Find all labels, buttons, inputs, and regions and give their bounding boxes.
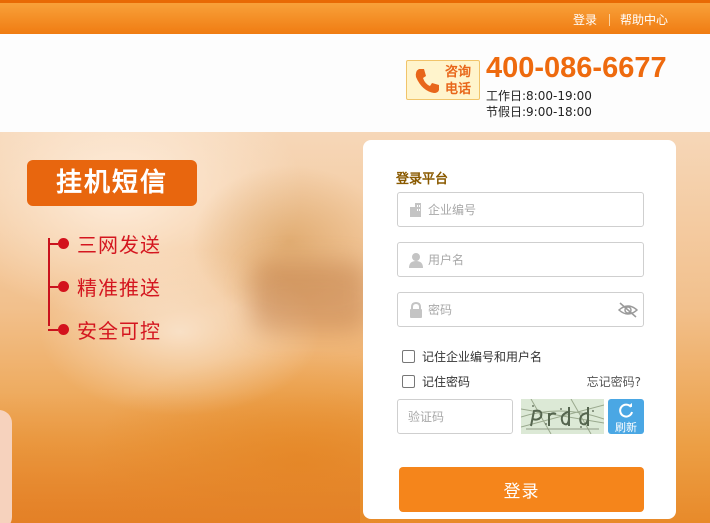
login-panel: 登录平台 记住企业编号和用户名 记住密	[363, 140, 676, 519]
forgot-password-link[interactable]: 忘记密码?	[587, 373, 641, 390]
service-hours: 工作日:8:00-19:00 节假日:9:00-18:00	[486, 88, 592, 120]
phone-badge-line1: 咨询	[445, 65, 472, 80]
refresh-label: 刷新	[615, 421, 637, 434]
hide-password-icon[interactable]	[617, 301, 639, 319]
login-title: 登录平台	[396, 172, 449, 187]
captcha-field	[397, 399, 513, 434]
slogan-tag: 挂机短信	[27, 160, 197, 206]
captcha-input[interactable]	[398, 400, 512, 433]
phone-badge-text: 咨询 电话	[445, 64, 471, 98]
building-icon	[410, 203, 421, 217]
company-id-input[interactable]	[428, 193, 628, 226]
remember-password-row: 记住密码	[402, 373, 470, 390]
feature-item: 三网发送	[48, 229, 161, 258]
feature-label: 精准推送	[77, 276, 161, 300]
password-input[interactable]	[428, 293, 628, 326]
phone-badge-line2: 电话	[445, 82, 472, 97]
feature-item: 安全可控	[48, 315, 161, 344]
consult-phone-badge: 咨询 电话	[406, 60, 480, 100]
remember-company-user-checkbox[interactable]	[402, 350, 415, 363]
captcha-image[interactable]	[521, 399, 604, 434]
top-links: 登录 帮助中心	[573, 11, 668, 28]
top-bar: 登录 帮助中心	[0, 0, 710, 34]
remember-company-user-row: 记住企业编号和用户名	[402, 348, 542, 365]
company-id-field	[397, 192, 644, 227]
refresh-captcha-button[interactable]: 刷新	[608, 399, 644, 434]
refresh-icon	[619, 403, 633, 418]
hand-image-fragment	[0, 410, 12, 523]
phone-icon	[415, 69, 439, 93]
username-field	[397, 242, 644, 277]
login-button[interactable]: 登录	[399, 467, 644, 512]
bullet-dot-icon	[58, 281, 69, 292]
bullet-dot-icon	[58, 238, 69, 249]
hotline-number: 400-086-6677	[486, 52, 667, 84]
help-center-link[interactable]: 帮助中心	[620, 11, 668, 28]
remember-password-label: 记住密码	[422, 375, 471, 389]
holiday-hours: 节假日:9:00-18:00	[486, 105, 592, 119]
feature-item: 精准推送	[48, 272, 161, 301]
password-field	[397, 292, 644, 327]
top-login-link[interactable]: 登录	[573, 11, 597, 28]
remember-password-checkbox[interactable]	[402, 375, 415, 388]
lock-icon	[410, 302, 422, 318]
workday-hours: 工作日:8:00-19:00	[486, 89, 592, 103]
feature-label: 三网发送	[77, 233, 161, 257]
username-input[interactable]	[428, 243, 628, 276]
feature-label: 安全可控	[77, 319, 161, 343]
bullet-dot-icon	[58, 324, 69, 335]
remember-company-user-label: 记住企业编号和用户名	[422, 350, 543, 364]
divider	[608, 13, 610, 26]
user-icon	[409, 253, 423, 268]
